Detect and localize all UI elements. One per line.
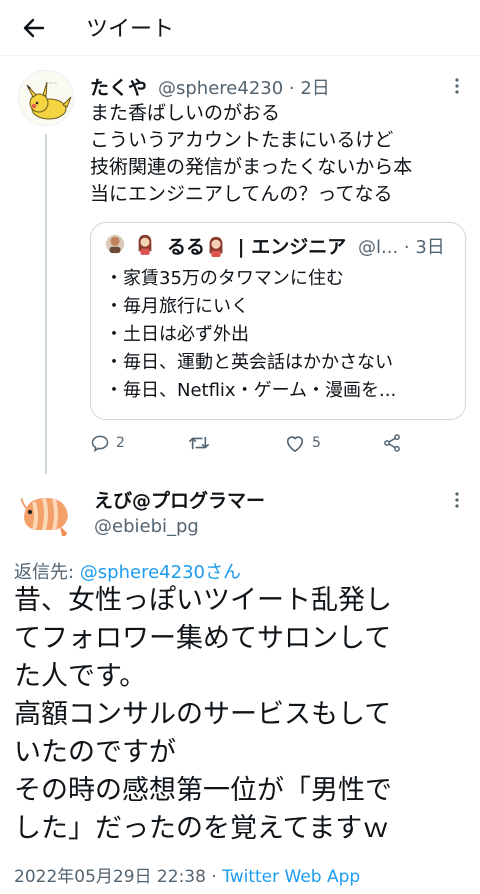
tweet-text-line: 技術関連の発信がまったくないから本 <box>90 156 413 178</box>
main-tweet-text: 昔、女性っぽいツイート乱発し てフォロワー集めてサロンして た人です。 高額コン… <box>14 582 474 848</box>
quote-text-line: ・毎日、Netflix・ゲーム・漫画を... <box>105 380 397 401</box>
tweet-text-line: した」だったのを覚えてますｗ <box>14 813 390 844</box>
quote-display-name[interactable]: るる | エンジニア <box>167 232 346 259</box>
quote-text-line: ・毎月旅行にいく <box>105 296 249 317</box>
tweet-text-line: た人です。 <box>14 661 147 692</box>
quote-name-text: るる <box>167 236 206 258</box>
share-icon <box>384 434 400 452</box>
quoted-tweet[interactable]: るる | エンジニア @l... · 3日 ・家賃35万のタワマンに住む ・毎月… <box>90 222 466 420</box>
like-count: 5 <box>312 435 321 451</box>
quote-text-line: ・家賃35万のタワマンに住む <box>105 268 344 289</box>
handle-and-time[interactable]: @sphere4230 · 2日 <box>158 74 330 100</box>
tweet-text-line: 高額コンサルのサービスもして <box>14 699 392 730</box>
tweet-text-line: こういうアカウントたまにいるけど <box>90 129 394 151</box>
tweet-meta: 2022年05月29日 22:38 · Twitter Web App <box>14 862 360 887</box>
tweet-text-line: また香ばしいのがおる <box>90 102 281 124</box>
reply-button[interactable]: 2 <box>90 430 125 456</box>
avatar[interactable]: ~~~ <box>18 70 74 126</box>
woman-emoji-icon <box>209 236 223 257</box>
retweet-icon <box>189 436 209 450</box>
meta-separator: · <box>205 867 223 887</box>
tweet-text: また香ばしいのがおる こういうアカウントたまにいるけど 技術関連の発信がまったく… <box>90 100 470 208</box>
svg-text:~~~: ~~~ <box>45 81 58 87</box>
display-name[interactable]: えび@プログラマー <box>94 486 265 513</box>
pikachu-avatar-illustration: ~~~ <box>19 71 73 125</box>
tweet-text-line: いたのですが <box>14 737 176 768</box>
tweet-text-line: てフォロワー集めてサロンして <box>14 623 392 654</box>
reply-count: 2 <box>116 435 125 451</box>
tweet-actions: 2 5 <box>88 430 468 456</box>
tweet-text-line: 当にエンジニアしてんの？ってなる <box>90 183 393 205</box>
woman-emoji-icon <box>138 234 152 255</box>
tweet-text-line: その時の感想第一位が「男性で <box>14 775 392 806</box>
shrimp-avatar-illustration <box>16 486 74 544</box>
display-name[interactable]: たくや <box>90 73 147 100</box>
quote-avatar-icon <box>105 234 125 254</box>
handle[interactable]: @ebiebi_pg <box>94 516 199 537</box>
quote-text-line: ・毎日、運動と英会話はかかさない <box>105 352 393 373</box>
source-link[interactable]: Twitter Web App <box>222 867 360 887</box>
share-button[interactable] <box>382 430 402 456</box>
reply-target-link[interactable]: @sphere4230さん <box>80 562 241 583</box>
reply-prefix: 返信先: <box>14 562 80 583</box>
reply-context: 返信先: @sphere4230さん <box>14 558 241 584</box>
quote-handle-and-time[interactable]: @l... · 3日 <box>358 233 445 259</box>
timestamp[interactable]: 2022年05月29日 22:38 <box>14 867 206 887</box>
like-button[interactable]: 5 <box>284 430 321 456</box>
retweet-button[interactable] <box>188 430 216 456</box>
quote-text-line: ・土日は必ず外出 <box>105 324 249 345</box>
thread-line <box>45 134 47 474</box>
page-title: ツイート <box>86 17 175 42</box>
avatar[interactable] <box>16 486 74 544</box>
tweet-text-line: 昔、女性っぽいツイート乱発し <box>14 585 392 616</box>
quote-text: ・家賃35万のタワマンに住む ・毎月旅行にいく ・土日は必ず外出 ・毎日、運動と… <box>105 265 460 405</box>
heart-icon <box>286 436 304 452</box>
quote-title-text: | エンジニア <box>237 236 347 258</box>
reply-icon <box>91 435 109 453</box>
more-options-icon[interactable] <box>448 76 466 96</box>
top-bar: ツイート <box>0 0 480 56</box>
back-arrow-icon[interactable] <box>18 12 50 44</box>
more-options-icon[interactable] <box>448 490 466 510</box>
